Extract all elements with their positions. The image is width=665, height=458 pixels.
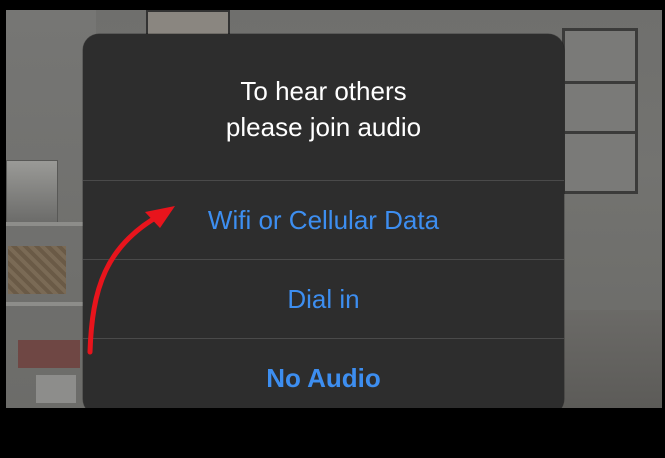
top-black-bar [0, 0, 665, 10]
join-audio-dialog: To hear others please join audio Wifi or… [83, 34, 564, 415]
board-divider [565, 131, 635, 134]
dial-in-button[interactable]: Dial in [83, 259, 564, 338]
dialog-title-line2: please join audio [225, 112, 422, 142]
dialog-title-line1: To hear others [240, 76, 407, 106]
board-divider [565, 81, 635, 84]
basket [8, 246, 66, 294]
dialog-header: To hear others please join audio [83, 34, 564, 180]
no-audio-button[interactable]: No Audio [83, 338, 564, 415]
picture-frame [146, 10, 230, 36]
bottom-black-bar [0, 408, 665, 458]
dialog-title: To hear others please join audio [226, 69, 421, 145]
printer [6, 160, 58, 224]
storage-box [18, 340, 80, 368]
meeting-screen: To hear others please join audio Wifi or… [0, 0, 665, 458]
shelf [6, 302, 84, 306]
shelf [6, 222, 84, 226]
wall-board [562, 28, 638, 194]
storage-box [36, 375, 76, 403]
wifi-or-cellular-data-button[interactable]: Wifi or Cellular Data [83, 180, 564, 259]
